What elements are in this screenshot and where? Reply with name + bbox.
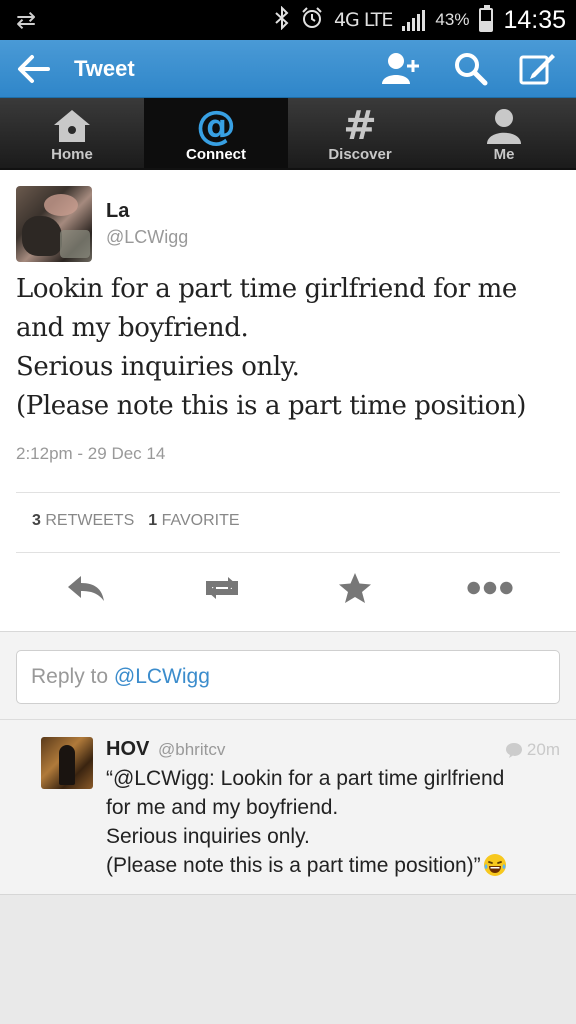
reply-text-line-last: (Please note this is a part time positio…: [106, 851, 556, 880]
reply-text-line: Serious inquiries only.: [106, 825, 310, 848]
tab-label: Home: [51, 146, 93, 163]
tweet-text-line: Lookin for a part time girlfriend for me: [16, 274, 517, 304]
reply-text-line: for me and my boyfriend.: [106, 796, 339, 819]
author-name[interactable]: La: [106, 200, 129, 223]
author-handle[interactable]: @LCWigg: [106, 227, 188, 248]
laughing-tears-emoji: [483, 854, 506, 876]
reply-prefix: Reply to: [31, 665, 114, 688]
retweets-label: RETWEETS: [45, 512, 135, 529]
screen-title: Tweet: [74, 56, 135, 81]
clock: 14:35: [503, 5, 566, 34]
reply-text-line: “@LCWigg: Lookin for a part time girlfri…: [106, 767, 505, 790]
tweet-text-line: (Please note this is a part time positio…: [16, 391, 526, 421]
tweet-text: Lookin for a part time girlfriend for me…: [16, 270, 566, 426]
at-icon: @: [196, 103, 236, 149]
tab-connect[interactable]: @ Connect: [144, 98, 288, 168]
back-arrow-icon[interactable]: [16, 52, 56, 86]
tweet-text-line: Serious inquiries only.: [16, 352, 300, 382]
tweet-detail: La @LCWigg Lookin for a part time girlfr…: [0, 170, 576, 632]
more-options-icon[interactable]: [466, 566, 514, 610]
tweet-stats: 3 RETWEETS 1 FAVORITE: [32, 512, 240, 530]
search-icon[interactable]: [452, 50, 492, 88]
favorites-count: 1: [148, 512, 158, 529]
avatar[interactable]: [41, 737, 93, 789]
reply-text: “@LCWigg: Lookin for a part time girlfri…: [106, 764, 556, 880]
reply-time: 20m: [505, 740, 560, 760]
hash-icon: #: [343, 103, 377, 149]
tweet-text-line: and my boyfriend.: [16, 313, 249, 343]
reply-author-name: HOV: [106, 738, 150, 760]
retweets-stat[interactable]: 3 RETWEETS: [32, 512, 134, 530]
status-bar: ⇄ 4G LTE 43% 14:35: [0, 0, 576, 40]
action-bar: Tweet: [0, 40, 576, 98]
tab-me[interactable]: Me: [432, 98, 576, 168]
tab-discover[interactable]: # Discover: [288, 98, 432, 168]
compose-icon[interactable]: [518, 50, 558, 88]
reply-icon[interactable]: [62, 566, 110, 610]
reply-input[interactable]: Reply to @LCWigg: [16, 650, 560, 704]
reply-compose-area: Reply to @LCWigg: [0, 632, 576, 720]
bluetooth-icon: [274, 5, 290, 34]
battery-percent: 43%: [435, 10, 470, 29]
tab-bar: Home @ Connect # Discover Me: [0, 98, 576, 170]
favorite-star-icon[interactable]: [331, 566, 379, 610]
tab-home[interactable]: Home: [0, 98, 144, 168]
tweet-actions: [0, 566, 576, 616]
reply-tweet[interactable]: HOV @bhritcv 20m “@LCWigg: Lookin for a …: [0, 720, 576, 895]
empty-list-area: [0, 895, 576, 1024]
tweet-timestamp: 2:12pm - 29 Dec 14: [16, 444, 166, 463]
favorites-label: FAVORITE: [161, 512, 240, 529]
alarm-icon: [300, 6, 324, 34]
speech-bubble-icon: [505, 743, 522, 758]
tab-label: Me: [493, 146, 515, 163]
retweets-count: 3: [32, 512, 41, 529]
person-icon: [482, 106, 526, 146]
tab-label: Discover: [328, 146, 392, 163]
reply-mention: @LCWigg: [113, 665, 210, 688]
divider: [16, 552, 560, 553]
retweet-icon[interactable]: [198, 566, 246, 610]
tab-label: Connect: [186, 146, 246, 163]
network-type: 4G LTE: [333, 9, 393, 31]
reply-text-line: (Please note this is a part time positio…: [106, 854, 481, 877]
favorites-stat[interactable]: 1 FAVORITE: [148, 512, 239, 530]
reply-time-text: 20m: [526, 740, 560, 759]
home-icon: [50, 106, 94, 146]
divider: [16, 492, 560, 493]
status-bar-right: 4G LTE 43% 14:35: [274, 0, 566, 40]
reply-author-handle: @bhritcv: [158, 740, 226, 759]
battery-icon: [479, 5, 494, 32]
sync-arrows-icon: ⇄: [16, 7, 37, 34]
avatar[interactable]: [16, 186, 92, 262]
follow-user-icon[interactable]: [380, 50, 420, 88]
signal-icon: [402, 9, 426, 31]
